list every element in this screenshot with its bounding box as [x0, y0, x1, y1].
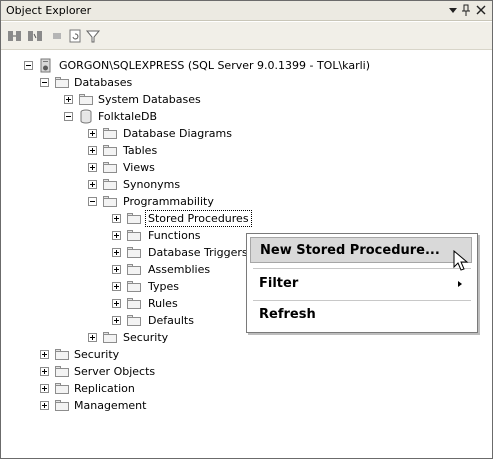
tree-node-label: Management — [74, 399, 147, 412]
collapse-icon[interactable] — [64, 112, 73, 121]
tree-node-tables[interactable]: Tables — [1, 142, 481, 159]
expand-icon[interactable] — [64, 95, 73, 104]
refresh-icon[interactable] — [67, 28, 83, 44]
folder-icon — [126, 245, 142, 260]
tree-node-label: Rules — [148, 297, 178, 310]
folder-icon — [126, 211, 142, 226]
tree-node-security[interactable]: Security — [1, 346, 481, 363]
expand-icon[interactable] — [112, 282, 121, 291]
tree-node-label: System Databases — [98, 93, 201, 106]
folder-icon — [102, 194, 118, 209]
menu-item-new-stored-procedure[interactable]: New Stored Procedure... — [250, 237, 472, 263]
folder-icon — [102, 177, 118, 192]
explorer-toolbar — [1, 22, 492, 50]
expand-icon[interactable] — [88, 180, 97, 189]
expand-icon[interactable] — [112, 316, 121, 325]
submenu-arrow-icon — [458, 281, 462, 287]
tree-node-folktaledb[interactable]: FolktaleDB — [1, 108, 481, 125]
tree-node-label: GORGON\SQLEXPRESS (SQL Server 9.0.1399 -… — [59, 59, 371, 72]
tree-node-views[interactable]: Views — [1, 159, 481, 176]
menu-separator — [253, 268, 471, 269]
server-icon — [38, 58, 54, 73]
tree-node-label: Defaults — [148, 314, 194, 327]
menu-item-label: Filter — [259, 276, 299, 291]
collapse-icon[interactable] — [88, 197, 97, 206]
folder-icon — [102, 330, 118, 345]
folder-icon — [102, 160, 118, 175]
folder-icon — [126, 228, 142, 243]
expand-icon[interactable] — [40, 367, 49, 376]
expand-icon[interactable] — [40, 384, 49, 393]
folder-icon — [126, 313, 142, 328]
expand-icon[interactable] — [88, 129, 97, 138]
tree-node-databases[interactable]: Databases — [1, 74, 481, 91]
tree-node-label: Types — [148, 280, 179, 293]
title-bar: Object Explorer — [1, 1, 492, 21]
tree-node-label: Synonyms — [123, 178, 181, 191]
folder-icon — [54, 364, 70, 379]
expand-icon[interactable] — [88, 333, 97, 342]
tree-node-label: Assemblies — [148, 263, 211, 276]
panel-title: Object Explorer — [6, 4, 92, 17]
tree-node-label: Functions — [148, 229, 201, 242]
expand-icon[interactable] — [112, 265, 121, 274]
tree-node-label: Security — [74, 348, 120, 361]
menu-item-refresh[interactable]: Refresh — [250, 302, 472, 328]
collapse-icon[interactable] — [24, 61, 33, 70]
connect-icon[interactable] — [7, 28, 23, 44]
mouse-cursor-icon — [453, 250, 469, 271]
pin-icon[interactable] — [461, 3, 471, 21]
tree-node-programmability[interactable]: Programmability — [1, 193, 481, 210]
object-explorer-window: Object Explorer GORGON\SQLEXPRESS (SQL S… — [0, 0, 493, 459]
tree-node-label: Database Triggers — [148, 246, 248, 259]
tree-node-label-selected: Stored Procedures — [145, 210, 252, 227]
folder-icon — [54, 347, 70, 362]
tree-node-system-databases[interactable]: System Databases — [1, 91, 481, 108]
folder-icon — [102, 143, 118, 158]
window-position-dropdown-icon[interactable] — [448, 3, 458, 21]
close-icon[interactable] — [475, 3, 487, 21]
folder-icon — [126, 262, 142, 277]
menu-separator — [253, 300, 471, 301]
folder-icon — [78, 92, 94, 107]
expand-icon[interactable] — [40, 350, 49, 359]
disconnect-icon[interactable] — [27, 28, 43, 44]
folder-icon — [126, 279, 142, 294]
expand-icon[interactable] — [112, 231, 121, 240]
tree-node-label: Server Objects — [74, 365, 156, 378]
tree-node-label: Security — [123, 331, 169, 344]
folder-icon — [54, 398, 70, 413]
tree-node-stored-procedures[interactable]: Stored Procedures — [1, 210, 481, 227]
expand-icon[interactable] — [88, 146, 97, 155]
tree-node-server[interactable]: GORGON\SQLEXPRESS (SQL Server 9.0.1399 -… — [1, 57, 481, 74]
expand-icon[interactable] — [112, 248, 121, 257]
expand-icon[interactable] — [112, 214, 121, 223]
tree-node-replication[interactable]: Replication — [1, 380, 481, 397]
tree-node-label: Tables — [123, 144, 158, 157]
tree-node-label: Database Diagrams — [123, 127, 232, 140]
menu-item-filter[interactable]: Filter — [250, 271, 472, 297]
tree-node-server-objects[interactable]: Server Objects — [1, 363, 481, 380]
expand-icon[interactable] — [112, 299, 121, 308]
stop-icon[interactable] — [49, 28, 65, 44]
expand-icon[interactable] — [40, 401, 49, 410]
database-icon — [78, 109, 94, 124]
tree-node-database-diagrams[interactable]: Database Diagrams — [1, 125, 481, 142]
tree-node-synonyms[interactable]: Synonyms — [1, 176, 481, 193]
tree-node-label: Replication — [74, 382, 135, 395]
collapse-icon[interactable] — [40, 78, 49, 87]
folder-icon — [102, 126, 118, 141]
tree-node-label: Views — [123, 161, 155, 174]
folder-icon — [54, 75, 70, 90]
tree-node-label: Databases — [74, 76, 133, 89]
folder-icon — [54, 381, 70, 396]
expand-icon[interactable] — [88, 163, 97, 172]
folder-icon — [126, 296, 142, 311]
tree-node-label: FolktaleDB — [98, 110, 157, 123]
tree-node-label: Programmability — [123, 195, 214, 208]
tree-node-management[interactable]: Management — [1, 397, 481, 414]
context-menu: New Stored Procedure... Filter Refresh — [246, 233, 478, 333]
filter-icon[interactable] — [85, 28, 101, 44]
